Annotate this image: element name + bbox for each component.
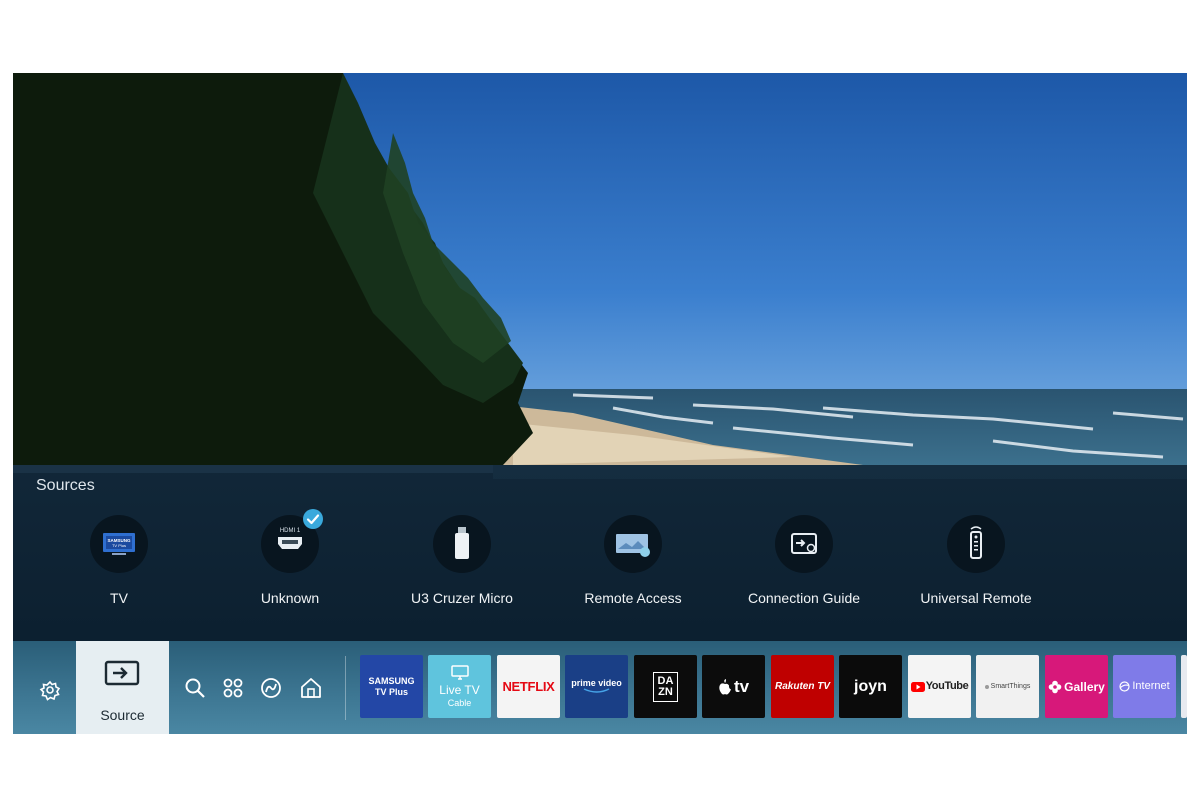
source-item-universal-remote[interactable]: Universal Remote xyxy=(890,511,1062,621)
app-tile-sublabel: Cable xyxy=(447,698,472,708)
source-label-hdmi: Unknown xyxy=(260,590,320,606)
dazn-logo: DA ZN xyxy=(652,671,679,702)
tv-screen: Sources SAMSUNG TV Plus TV HDMI 1 Unknow… xyxy=(13,73,1187,734)
app-tile-label: joyn xyxy=(854,677,887,695)
search-icon[interactable] xyxy=(183,676,207,700)
app-tile-rakuten-tv[interactable]: Rakuten TV xyxy=(771,655,834,718)
app-tile-label: Live TV xyxy=(439,683,480,697)
app-tile-live-tv[interactable]: Live TV Cable xyxy=(428,655,491,718)
globe-icon xyxy=(1119,681,1130,692)
app-tile-label: prime video xyxy=(571,678,622,688)
ambient-icon[interactable] xyxy=(259,676,283,700)
app-tile-sublabel: TV Plus xyxy=(374,686,408,697)
app-tile-internet[interactable]: Internet xyxy=(1113,655,1176,718)
app-tile-joyn[interactable]: joyn xyxy=(839,655,902,718)
source-button[interactable]: Source xyxy=(76,641,169,734)
apple-logo-icon xyxy=(719,678,731,694)
samsung-tv-plus-icon: SAMSUNG TV Plus xyxy=(90,515,148,573)
sources-title: Sources xyxy=(36,477,95,494)
remote-access-icon xyxy=(604,515,662,573)
app-tile-partial[interactable] xyxy=(1181,655,1187,718)
app-tile-samsung-tv-plus[interactable]: SAMSUNG TV Plus xyxy=(360,655,423,718)
tv-monitor-icon xyxy=(450,665,469,680)
app-tile-label: DA xyxy=(657,674,674,687)
app-tile-label: tv xyxy=(733,677,750,696)
app-tile-youtube[interactable]: YouTube xyxy=(908,655,971,718)
app-tile-sublabel: ZN xyxy=(658,685,673,698)
app-tile-label: NETFLIX xyxy=(502,679,555,694)
app-tile-netflix[interactable]: NETFLIX xyxy=(497,655,560,718)
source-label-remote-access: Remote Access xyxy=(584,590,682,606)
source-item-usb[interactable]: U3 Cruzer Micro xyxy=(376,511,548,621)
app-tile-gallery[interactable]: Gallery xyxy=(1045,655,1108,718)
source-label-universal-remote: Universal Remote xyxy=(920,590,1032,606)
svg-text:TV Plus: TV Plus xyxy=(112,543,126,548)
source-item-remote-access[interactable]: Remote Access xyxy=(547,511,719,621)
apps-icon[interactable] xyxy=(221,676,245,700)
sources-panel: Sources SAMSUNG TV Plus TV HDMI 1 Unknow… xyxy=(13,465,1187,641)
source-label-usb: U3 Cruzer Micro xyxy=(411,590,513,606)
app-tile-label: SmartThings xyxy=(990,683,1031,690)
flower-icon xyxy=(1048,680,1062,693)
gear-icon[interactable] xyxy=(35,675,65,705)
bar-divider xyxy=(345,656,346,720)
app-tile-label: Gallery xyxy=(1064,679,1105,694)
source-label-connection-guide: Connection Guide xyxy=(747,590,861,606)
app-tile-label: Internet xyxy=(1132,680,1170,692)
youtube-play-icon xyxy=(910,681,925,692)
usb-drive-icon xyxy=(433,515,491,573)
source-label-tv: TV xyxy=(110,590,128,606)
hdmi-icon: HDMI 1 xyxy=(261,509,323,573)
smartthings-icon xyxy=(984,684,989,689)
app-tile-prime-video[interactable]: prime video xyxy=(565,655,628,718)
app-tile-smartthings[interactable]: SmartThings xyxy=(976,655,1039,718)
app-tile-label: SAMSUNG xyxy=(368,675,415,686)
source-button-label: Source xyxy=(100,707,145,723)
selected-check-icon xyxy=(303,509,323,529)
connection-guide-icon xyxy=(775,515,833,573)
smart-hub-bar: Source SAMSUNG TV Plus Live TV Cable NET… xyxy=(13,641,1187,734)
home-icon[interactable] xyxy=(299,676,323,700)
svg-text:HDMI 1: HDMI 1 xyxy=(280,528,301,534)
app-tile-dazn[interactable]: DA ZN xyxy=(634,655,697,718)
universal-remote-icon xyxy=(947,515,1005,573)
app-tile-label: YouTube xyxy=(925,680,969,692)
source-item-connection-guide[interactable]: Connection Guide xyxy=(718,511,890,621)
smile-arrow-icon xyxy=(583,688,609,693)
app-tile-apple-tv[interactable]: tv xyxy=(702,655,765,718)
source-item-tv[interactable]: SAMSUNG TV Plus TV xyxy=(33,511,205,621)
source-icon xyxy=(104,660,140,686)
source-item-hdmi[interactable]: HDMI 1 Unknown xyxy=(204,509,376,621)
app-tile-label: Rakuten TV xyxy=(774,680,830,692)
